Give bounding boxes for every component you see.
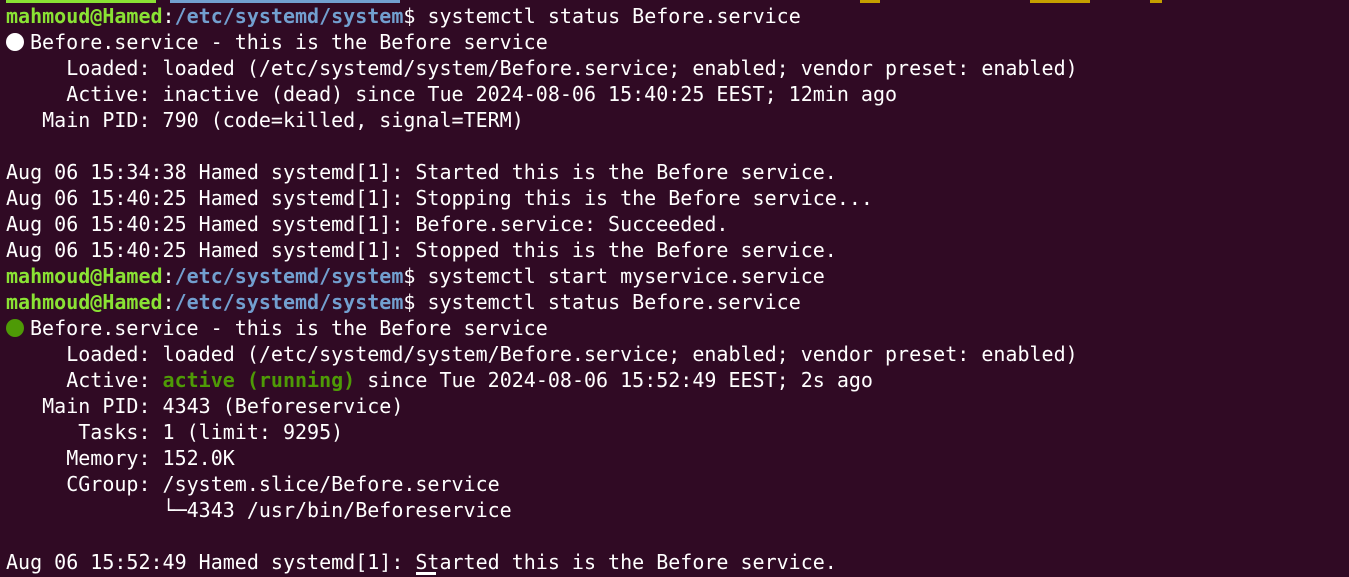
prompt-line: mahmoud@Hamed:/etc/systemd/system$ syste… bbox=[6, 289, 1349, 315]
command-text: systemctl status Before.service bbox=[415, 290, 801, 314]
active-line: Active: inactive (dead) since Tue 2024-0… bbox=[6, 82, 898, 106]
service-header-text: Before.service - this is the Before serv… bbox=[30, 316, 548, 340]
prompt-line: mahmoud@Hamed:/etc/systemd/system$ syste… bbox=[6, 3, 1349, 29]
text-cursor bbox=[416, 572, 436, 575]
active-line: Active: active (running) since Tue 2024-… bbox=[6, 367, 1349, 393]
scrolled-previous-line bbox=[0, 0, 1349, 3]
prompt-user-host: mahmoud@Hamed bbox=[6, 4, 163, 28]
main-pid-line: Main PID: 790 (code=killed, signal=TERM) bbox=[6, 108, 524, 132]
log-line: Aug 06 15:34:38 Hamed systemd[1]: Starte… bbox=[6, 160, 837, 184]
prompt-user-host: mahmoud@Hamed bbox=[6, 290, 163, 314]
terminal-window[interactable]: mahmoud@Hamed:/etc/systemd/system$ syste… bbox=[0, 0, 1349, 577]
prompt-separator: : bbox=[162, 264, 175, 288]
service-header: Before.service - this is the Before serv… bbox=[6, 315, 1349, 341]
prompt-line: mahmoud@Hamed:/etc/systemd/system$ syste… bbox=[6, 263, 1349, 289]
command-text: systemctl status Before.service bbox=[415, 4, 801, 28]
command-text: systemctl start myservice.service bbox=[415, 264, 825, 288]
cgroup-line: CGroup: /system.slice/Before.service bbox=[6, 472, 500, 496]
cgroup-child-line: └─4343 /usr/bin/Beforeservice bbox=[6, 498, 512, 522]
log-line: Aug 06 15:40:25 Hamed systemd[1]: Stoppe… bbox=[6, 238, 837, 262]
memory-line: Memory: 152.0K bbox=[6, 446, 235, 470]
loaded-line: Loaded: loaded (/etc/systemd/system/Befo… bbox=[6, 342, 1078, 366]
prompt-symbol: $ bbox=[403, 290, 416, 314]
active-status-dot-icon bbox=[6, 319, 24, 337]
main-pid-line: Main PID: 4343 (Beforeservice) bbox=[6, 394, 404, 418]
loaded-line: Loaded: loaded (/etc/systemd/system/Befo… bbox=[6, 56, 1078, 80]
prompt-path: /etc/systemd/system bbox=[174, 264, 404, 288]
prompt-user-host: mahmoud@Hamed bbox=[6, 264, 163, 288]
prompt-path: /etc/systemd/system bbox=[174, 4, 404, 28]
prompt-symbol: $ bbox=[403, 4, 416, 28]
tasks-line: Tasks: 1 (limit: 9295) bbox=[6, 420, 344, 444]
inactive-status-dot-icon bbox=[6, 33, 24, 51]
log-line: Aug 06 15:52:49 Hamed systemd[1]: Starte… bbox=[6, 550, 837, 574]
service-header: Before.service - this is the Before serv… bbox=[6, 29, 1349, 55]
prompt-separator: : bbox=[162, 290, 175, 314]
active-since: since Tue 2024-08-06 15:52:49 EEST; 2s a… bbox=[355, 368, 873, 392]
active-state: active (running) bbox=[162, 368, 356, 392]
active-label: Active: bbox=[6, 368, 163, 392]
prompt-path: /etc/systemd/system bbox=[174, 290, 404, 314]
log-line: Aug 06 15:40:25 Hamed systemd[1]: Stoppi… bbox=[6, 186, 873, 210]
prompt-separator: : bbox=[162, 4, 175, 28]
service-header-text: Before.service - this is the Before serv… bbox=[30, 30, 548, 54]
log-line: Aug 06 15:40:25 Hamed systemd[1]: Before… bbox=[6, 212, 729, 236]
prompt-symbol: $ bbox=[403, 264, 416, 288]
